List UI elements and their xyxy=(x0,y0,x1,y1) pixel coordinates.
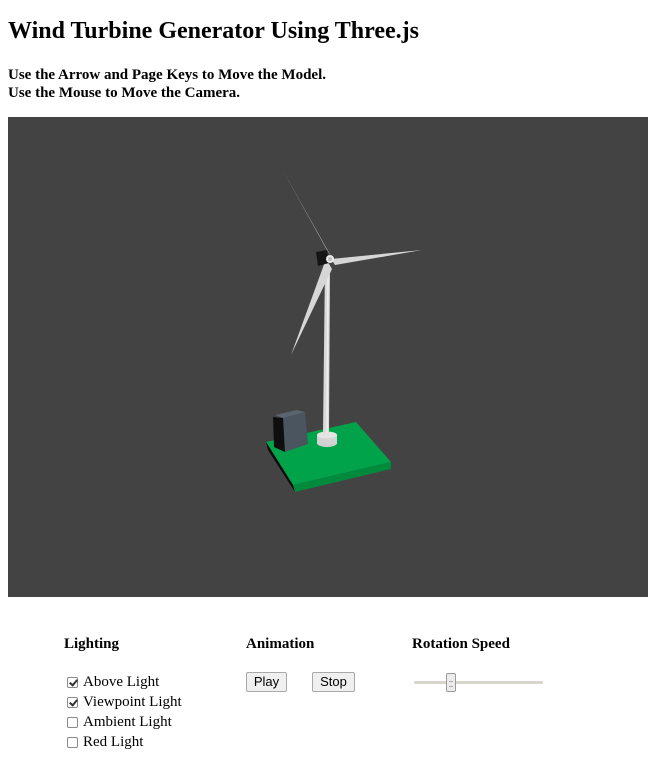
red-light-option[interactable]: Red Light xyxy=(67,732,143,752)
red-light-checkbox[interactable] xyxy=(67,736,78,748)
page-title: Wind Turbine Generator Using Three.js xyxy=(8,18,419,44)
box-side xyxy=(273,417,285,452)
viewpoint-light-label: Viewpoint Light xyxy=(83,693,182,710)
nacelle xyxy=(316,250,334,266)
ambient-light-label: Ambient Light xyxy=(83,713,172,730)
red-light-label: Red Light xyxy=(83,733,144,750)
above-light-checkbox[interactable] xyxy=(67,676,78,688)
instruction-keys: Use the Arrow and Page Keys to Move the … xyxy=(8,67,327,83)
turbine-blades xyxy=(282,169,422,355)
viewpoint-light-option[interactable]: Viewpoint Light xyxy=(67,692,182,712)
ambient-light-option[interactable]: Ambient Light xyxy=(67,712,172,732)
rotation-speed-slider[interactable] xyxy=(414,681,543,684)
wind-turbine-scene xyxy=(266,169,422,492)
three-js-viewport[interactable] xyxy=(8,117,648,597)
viewpoint-light-checkbox[interactable] xyxy=(67,696,78,708)
blade-right xyxy=(331,250,422,265)
rotation-speed-heading: Rotation Speed xyxy=(412,636,510,652)
generator-box xyxy=(273,410,308,452)
play-button[interactable]: Play xyxy=(246,672,287,692)
stop-button[interactable]: Stop xyxy=(312,672,355,692)
above-light-label: Above Light xyxy=(83,673,160,690)
blade-up xyxy=(282,169,332,258)
instructions: Use the Arrow and Page Keys to Move the … xyxy=(8,66,326,102)
rotation-speed-slider-thumb[interactable] xyxy=(446,673,456,692)
tower-foot xyxy=(317,431,337,447)
animation-heading: Animation xyxy=(246,636,315,652)
instruction-mouse: Use the Mouse to Move the Camera. xyxy=(8,85,241,101)
lighting-heading: Lighting xyxy=(64,636,120,652)
above-light-option[interactable]: Above Light xyxy=(67,672,159,692)
ambient-light-checkbox[interactable] xyxy=(67,716,78,728)
